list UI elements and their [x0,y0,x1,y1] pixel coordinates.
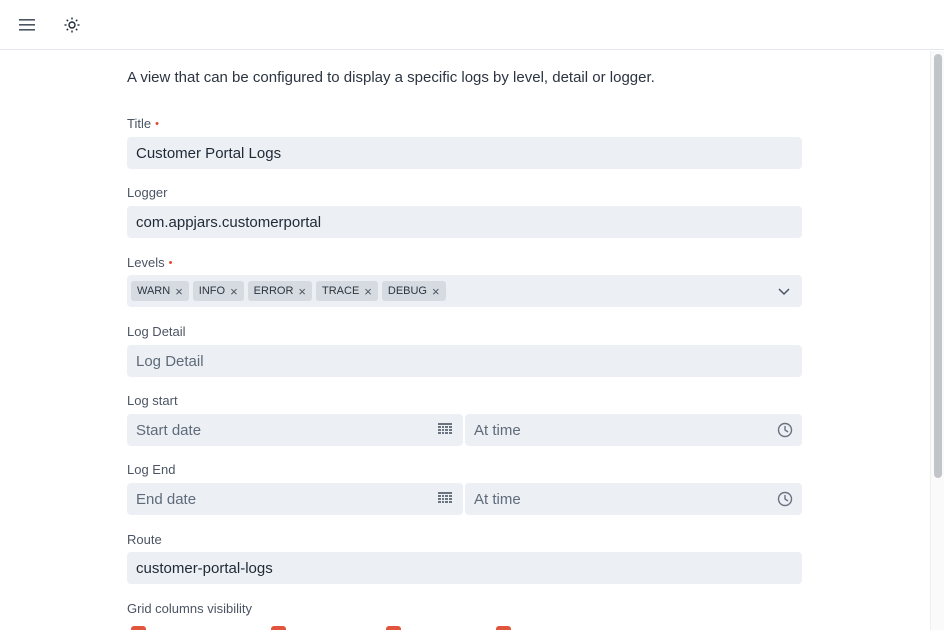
column-checkbox[interactable] [496,626,518,630]
log-end-label: Log End [127,462,176,477]
column-checkbox[interactable] [131,626,153,630]
logger-field[interactable]: com.appjars.customerportal [127,206,802,238]
top-bar [0,0,944,50]
log-detail-field[interactable]: Log Detail [127,345,802,377]
scrollbar-thumb[interactable] [934,54,942,478]
log-end-date-field[interactable]: End date [127,483,463,515]
remove-tag-icon[interactable]: × [298,284,306,299]
view-description: A view that can be configured to display… [127,69,655,86]
log-start-time-field[interactable]: At time [465,414,802,446]
start-date-placeholder: Start date [136,421,202,439]
log-start-date-field[interactable]: Start date [127,414,463,446]
form-content: A view that can be configured to display… [0,51,930,630]
title-label: Title • [127,116,159,131]
menu-icon[interactable] [15,13,39,37]
remove-tag-icon[interactable]: × [364,284,372,299]
route-field[interactable]: customer-portal-logs [127,552,802,584]
sun-icon[interactable] [60,13,84,37]
level-tag-warn: WARN × [131,281,189,301]
level-tag-error: ERROR × [247,281,312,301]
level-tag-trace: TRACE × [316,281,378,301]
scrollbar[interactable] [930,51,944,630]
clock-icon[interactable] [777,422,793,438]
clock-icon[interactable] [777,491,793,507]
log-detail-label: Log Detail [127,324,186,339]
start-time-placeholder: At time [474,421,521,439]
logger-label: Logger [127,185,168,200]
logger-value: com.appjars.customerportal [136,213,322,231]
column-checkbox[interactable] [386,626,408,630]
remove-tag-icon[interactable]: × [432,284,440,299]
level-tag-debug: DEBUG × [381,281,446,301]
required-indicator: • [168,257,173,269]
title-field[interactable]: Customer Portal Logs [127,137,802,169]
log-detail-placeholder: Log Detail [136,352,204,370]
grid-columns-label: Grid columns visibility [127,601,252,616]
route-label: Route [127,532,162,547]
remove-tag-icon[interactable]: × [230,284,238,299]
checkbox-checked-icon [131,626,146,630]
title-value: Customer Portal Logs [136,144,282,162]
level-tag-info: INFO × [192,281,244,301]
calendar-icon[interactable] [438,422,454,438]
route-value: customer-portal-logs [136,559,273,577]
end-time-placeholder: At time [474,490,521,508]
calendar-icon[interactable] [438,491,454,507]
checkbox-checked-icon [386,626,401,630]
end-date-placeholder: End date [136,490,197,508]
remove-tag-icon[interactable]: × [175,284,183,299]
chevron-down-icon[interactable] [776,283,792,299]
checkbox-checked-icon [271,626,286,630]
checkbox-checked-icon [496,626,511,630]
levels-label: Levels • [127,255,173,270]
log-start-label: Log start [127,393,178,408]
required-indicator: • [155,118,159,130]
grid-columns-checkboxes [131,626,536,630]
log-end-time-field[interactable]: At time [465,483,802,515]
levels-multiselect[interactable]: WARN × INFO × ERROR × TRACE × DEBUG × [127,275,802,307]
column-checkbox[interactable] [271,626,293,630]
